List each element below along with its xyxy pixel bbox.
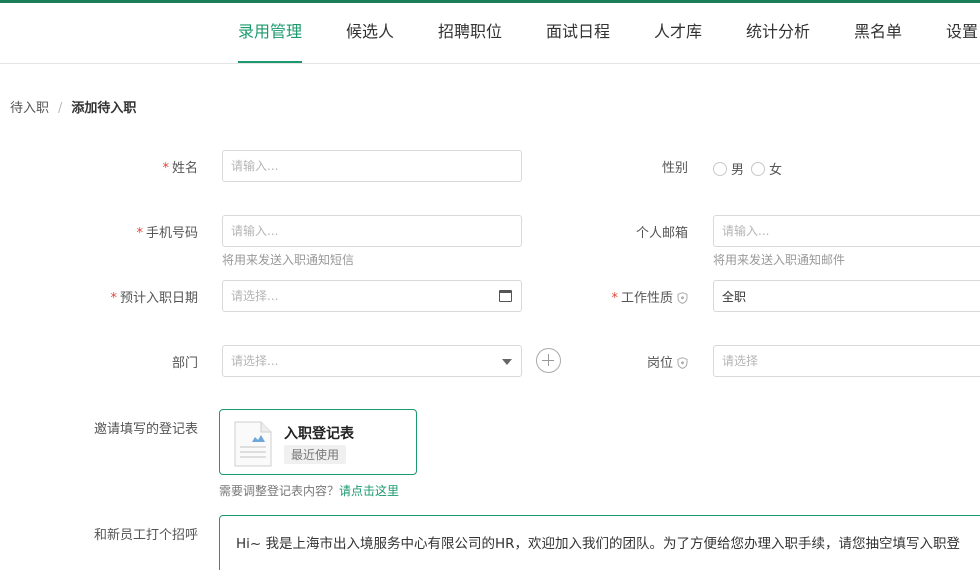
document-icon <box>234 421 272 467</box>
nav-tab-talent-pool[interactable]: 人才库 <box>654 3 702 63</box>
add-department-button[interactable] <box>536 348 561 373</box>
required-mark: * <box>136 226 143 241</box>
adjust-form-hint: 需要调整登记表内容？请点击这里 <box>219 484 400 498</box>
entry-date-input[interactable] <box>223 281 521 311</box>
main-nav: 录用管理 候选人 招聘职位 面试日程 人才库 统计分析 黑名单 设置 <box>0 3 980 64</box>
shield-icon <box>677 357 688 369</box>
phone-label: * 手机号码 <box>136 226 198 241</box>
invite-form-label: 邀请填写的登记表 <box>93 422 198 437</box>
gender-radio-female[interactable]: 女 <box>751 159 782 178</box>
gender-radio-male[interactable]: 男 <box>713 159 744 178</box>
department-label: 部门 <box>171 356 198 371</box>
greeting-textarea[interactable]: Hi~ 我是上海市出入境服务中心有限公司的HR，欢迎加入我们的团队。为了方便给您… <box>219 515 980 570</box>
name-field[interactable] <box>222 150 522 182</box>
recently-used-badge: 最近使用 <box>284 445 347 464</box>
nav-tab-candidates[interactable]: 候选人 <box>346 3 394 63</box>
breadcrumb-separator: / <box>58 101 63 116</box>
job-type-field[interactable] <box>713 280 980 312</box>
caret-down-icon[interactable] <box>502 359 512 365</box>
required-mark: * <box>110 291 117 306</box>
form-card-title: 入职登记表 <box>284 426 354 442</box>
radio-circle-icon <box>713 161 727 176</box>
nav-tab-statistics[interactable]: 统计分析 <box>746 3 810 63</box>
department-select[interactable] <box>222 345 522 377</box>
breadcrumb-current: 添加待入职 <box>71 101 137 116</box>
registration-form-card[interactable]: 入职登记表 最近使用 <box>219 409 417 475</box>
entry-date-label: * 预计入职日期 <box>110 291 198 306</box>
adjust-form-link[interactable]: 请点击这里 <box>339 484 399 498</box>
gender-label: 性别 <box>661 161 688 176</box>
phone-hint: 将用来发送入职通知短信 <box>222 253 355 267</box>
email-hint: 将用来发送入职通知邮件 <box>713 253 846 267</box>
entry-date-field[interactable] <box>222 280 522 312</box>
phone-input[interactable] <box>223 216 521 246</box>
email-label: 个人邮箱 <box>635 226 688 241</box>
greeting-text: Hi~ 我是上海市出入境服务中心有限公司的HR，欢迎加入我们的团队。为了方便给您… <box>236 536 961 552</box>
email-input[interactable] <box>714 216 980 246</box>
department-input[interactable] <box>223 346 521 376</box>
breadcrumb-parent[interactable]: 待入职 <box>10 101 49 116</box>
position-input[interactable] <box>714 346 980 376</box>
greeting-label: 和新员工打个招呼 <box>93 528 198 543</box>
position-label: 岗位 <box>647 352 688 371</box>
name-input[interactable] <box>223 151 521 181</box>
position-field[interactable] <box>713 345 980 377</box>
required-mark: * <box>611 291 618 306</box>
calendar-icon[interactable] <box>499 290 512 302</box>
job-type-input[interactable] <box>714 281 980 311</box>
breadcrumb: 待入职 / 添加待入职 <box>10 97 136 116</box>
nav-tab-settings[interactable]: 设置 <box>946 3 978 63</box>
nav-tab-interview-schedule[interactable]: 面试日程 <box>546 3 610 63</box>
email-field[interactable] <box>713 215 980 247</box>
required-mark: * <box>162 161 169 176</box>
phone-field[interactable] <box>222 215 522 247</box>
name-label: * 姓名 <box>162 161 198 176</box>
shield-icon <box>677 292 688 304</box>
radio-circle-icon <box>751 161 765 176</box>
nav-tab-offer-management[interactable]: 录用管理 <box>238 3 303 63</box>
job-type-label: * 工作性质 <box>611 287 688 306</box>
nav-tab-job-positions[interactable]: 招聘职位 <box>438 3 502 63</box>
nav-tab-blacklist[interactable]: 黑名单 <box>854 3 902 63</box>
